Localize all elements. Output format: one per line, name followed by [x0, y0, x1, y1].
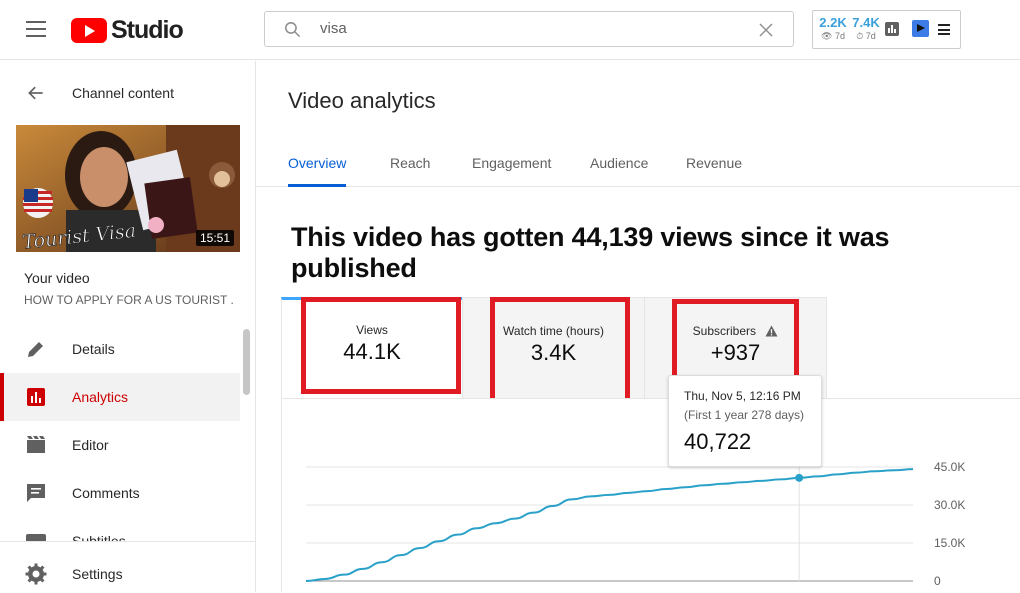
y-tick-label: 30.0K: [934, 498, 965, 512]
sidebar-item-label: Details: [72, 341, 115, 357]
sidebar-item-label: Comments: [72, 485, 140, 501]
highlight-box-subscribers: [672, 299, 799, 385]
eye-icon: 👁: [821, 31, 833, 41]
sidebar-item-settings[interactable]: Settings: [0, 541, 255, 592]
page-title: Video analytics: [288, 88, 436, 113]
sidebar-item-label: Analytics: [72, 389, 129, 405]
views-7d-period-label: 7d: [834, 31, 845, 41]
y-tick-label: 0: [934, 574, 941, 588]
settings-label: Settings: [72, 566, 123, 582]
tooltip-range: (First 1 year 278 days): [684, 408, 805, 422]
video-title: HOW TO APPLY FOR A US TOURIST ...: [24, 293, 234, 307]
analytics-tabs: Overview Reach Engagement Audience Reven…: [256, 140, 1020, 187]
gear-icon: [25, 563, 47, 585]
views-7d-stat: 2.2K 👁 7d: [817, 16, 849, 42]
menu-icon[interactable]: [26, 21, 46, 37]
views-headline: This video has gotten 44,139 views since…: [291, 222, 890, 283]
highlight-box-views: [301, 297, 461, 394]
studio-logo[interactable]: Studio: [71, 16, 184, 45]
tab-overview[interactable]: Overview: [288, 155, 347, 187]
sidebar-item-comments[interactable]: Comments: [0, 469, 240, 517]
y-tick-label: 15.0K: [934, 536, 965, 550]
tab-audience[interactable]: Audience: [590, 155, 648, 187]
video-duration: 15:51: [195, 230, 234, 246]
sidebar-nav: Details Analytics Editor Comments: [0, 325, 240, 565]
tooltip-value: 40,722: [684, 429, 752, 454]
views-7d-value: 2.2K: [819, 15, 847, 30]
extension-widget[interactable]: 2.2K 👁 7d 7.4K ⏱ 7d: [812, 10, 961, 49]
y-tick-label: 45.0K: [934, 460, 965, 474]
chart-tooltip: Thu, Nov 5, 12:16 PM (First 1 year 278 d…: [668, 375, 822, 467]
search-icon: [284, 21, 301, 38]
tab-engagement[interactable]: Engagement: [472, 155, 551, 187]
extension-logo-icon[interactable]: [912, 20, 929, 37]
highlight-box-watch-time: [490, 297, 630, 404]
tooltip-date: Thu, Nov 5, 12:16 PM: [684, 389, 801, 403]
timer-icon: ⏱: [856, 31, 864, 41]
sidebar: Channel content Tourist Visa 15:51 Your …: [0, 61, 256, 592]
tab-reach[interactable]: Reach: [390, 155, 430, 187]
arrow-back-icon: [28, 86, 43, 100]
youtube-play-icon: [71, 18, 107, 43]
watch-7d-period: ⏱ 7d: [850, 30, 882, 42]
video-thumbnail[interactable]: Tourist Visa 15:51: [16, 125, 240, 252]
chart-panel: 45.0K 30.0K 15.0K 0: [281, 398, 1020, 592]
close-icon[interactable]: [757, 21, 775, 39]
search-box[interactable]: [264, 11, 794, 47]
us-flag-icon: [23, 188, 53, 218]
sidebar-item-label: Editor: [72, 437, 109, 453]
tab-revenue[interactable]: Revenue: [686, 155, 742, 187]
back-label: Channel content: [72, 85, 174, 101]
analytics-icon: [27, 388, 45, 406]
comment-icon: [27, 484, 45, 502]
sidebar-item-editor[interactable]: Editor: [0, 421, 240, 469]
back-to-channel-content[interactable]: Channel content: [0, 75, 255, 111]
views-series-line: [305, 468, 914, 582]
watch-7d-stat: 7.4K ⏱ 7d: [850, 16, 882, 42]
pencil-icon: [28, 342, 43, 357]
your-video-label: Your video: [24, 270, 90, 286]
highlighted-point[interactable]: [795, 473, 804, 482]
views-line-chart[interactable]: 45.0K 30.0K 15.0K 0: [282, 399, 1020, 593]
extension-menu-icon[interactable]: [938, 24, 950, 38]
watch-7d-period-label: 7d: [865, 31, 876, 41]
watch-7d-value: 7.4K: [852, 15, 880, 30]
views-7d-period: 👁 7d: [817, 30, 849, 42]
film-icon: [27, 436, 45, 453]
sidebar-item-analytics[interactable]: Analytics: [0, 373, 240, 421]
sidebar-item-details[interactable]: Details: [0, 325, 240, 373]
bar-chart-icon[interactable]: [885, 22, 899, 36]
logo-text: Studio: [111, 16, 184, 44]
search-input[interactable]: [320, 20, 700, 37]
top-bar: Studio 2.2K 👁 7d 7.4K ⏱ 7d: [0, 0, 1020, 60]
sidebar-scrollbar[interactable]: [243, 329, 250, 395]
